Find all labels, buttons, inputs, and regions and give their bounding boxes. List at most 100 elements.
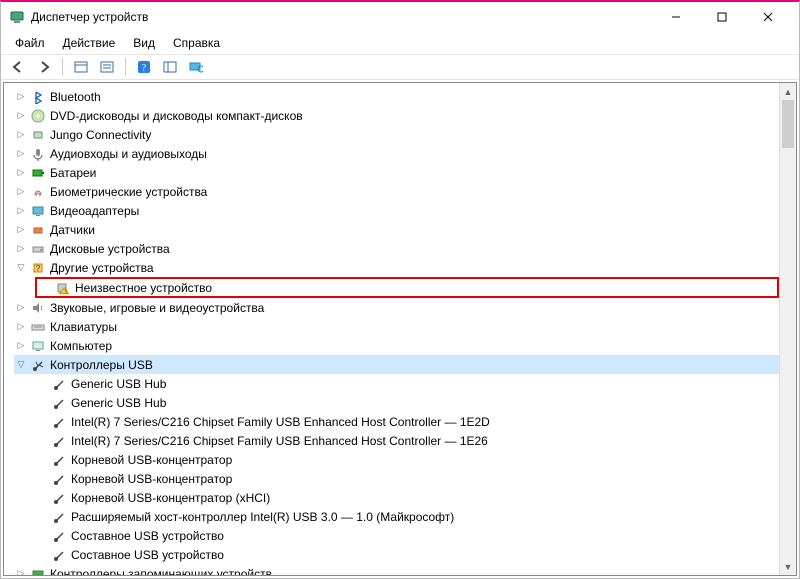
tree-node-usb-intel[interactable]: ▷Intel(R) 7 Series/C216 Chipset Family U…: [35, 431, 779, 450]
warning-device-icon: !: [55, 280, 71, 296]
battery-icon: [30, 165, 46, 181]
tree-node-audio-io[interactable]: ▷ Аудиовходы и аудиовыходы: [14, 144, 779, 163]
forward-button[interactable]: [33, 56, 55, 78]
tree-label: Компьютер: [50, 339, 112, 353]
chevron-right-icon[interactable]: ▷: [14, 320, 28, 334]
fingerprint-icon: [30, 184, 46, 200]
tree-label: Неизвестное устройство: [75, 281, 212, 295]
tree-node-bluetooth[interactable]: ▷ Bluetooth: [14, 87, 779, 106]
chevron-right-icon[interactable]: ▷: [14, 223, 28, 237]
tree-label: Видеоадаптеры: [50, 204, 139, 218]
content-pane: ▷ Bluetooth ▷ DVD-дисководы и дисководы …: [3, 82, 797, 576]
tree-node-usb-hub[interactable]: ▷Generic USB Hub: [35, 393, 779, 412]
tree-node-usb-hub[interactable]: ▷Generic USB Hub: [35, 374, 779, 393]
chevron-down-icon[interactable]: ▽: [14, 261, 28, 275]
tree-node-usb-root-hub-xhci[interactable]: ▷Корневой USB-концентратор (xHCI): [35, 488, 779, 507]
close-button[interactable]: [745, 2, 791, 32]
tree-label: Составное USB устройство: [71, 529, 224, 543]
tree-node-usb-controllers[interactable]: ▽ Контроллеры USB ▷Generic USB Hub ▷Gene…: [14, 355, 779, 564]
tree-node-usb-root-hub[interactable]: ▷Корневой USB-концентратор: [35, 450, 779, 469]
menu-action[interactable]: Действие: [55, 34, 124, 52]
chevron-right-icon[interactable]: ▷: [14, 242, 28, 256]
chevron-right-icon[interactable]: ▷: [14, 128, 28, 142]
tree-label: Intel(R) 7 Series/C216 Chipset Family US…: [71, 434, 488, 448]
scan-hardware-button[interactable]: [159, 56, 181, 78]
tree-label: Jungo Connectivity: [50, 128, 151, 142]
tree-node-disk[interactable]: ▷ Дисковые устройства: [14, 239, 779, 258]
toolbar-separator: [125, 58, 126, 76]
usb-device-icon: [51, 471, 67, 487]
menubar: Файл Действие Вид Справка: [1, 32, 799, 54]
toolbar-separator: [62, 58, 63, 76]
tree-node-usb-composite[interactable]: ▷Составное USB устройство: [35, 526, 779, 545]
chevron-right-icon[interactable]: ▷: [14, 339, 28, 353]
tree-node-biometric[interactable]: ▷ Биометрические устройства: [14, 182, 779, 201]
menu-help[interactable]: Справка: [165, 34, 228, 52]
window-title: Диспетчер устройств: [31, 10, 148, 24]
scrollbar-thumb[interactable]: [782, 100, 794, 148]
tree-node-keyboards[interactable]: ▷ Клавиатуры: [14, 317, 779, 336]
chevron-right-icon[interactable]: ▷: [14, 90, 28, 104]
tree-node-unknown-device[interactable]: ▷ ! Неизвестное устройство: [35, 277, 779, 298]
menu-file[interactable]: Файл: [7, 34, 53, 52]
show-hide-tree-button[interactable]: [70, 56, 92, 78]
tree-node-usb-root-hub[interactable]: ▷Корневой USB-концентратор: [35, 469, 779, 488]
tree-label: Корневой USB-концентратор (xHCI): [71, 491, 270, 505]
tree-node-video[interactable]: ▷ Видеоадаптеры: [14, 201, 779, 220]
scroll-down-arrow-icon[interactable]: ▼: [780, 558, 796, 575]
tree-label: Bluetooth: [50, 90, 101, 104]
tree-node-sound[interactable]: ▷ Звуковые, игровые и видеоустройства: [14, 298, 779, 317]
tree-node-usb-intel[interactable]: ▷Intel(R) 7 Series/C216 Chipset Family U…: [35, 412, 779, 431]
disc-icon: [30, 108, 46, 124]
chevron-right-icon[interactable]: ▷: [14, 204, 28, 218]
tree-label: Контроллеры запоминающих устройств: [50, 567, 272, 576]
tree-node-other[interactable]: ▽ ? Другие устройства ▷ ! Неизвестное ус…: [14, 258, 779, 298]
menu-view[interactable]: Вид: [125, 34, 163, 52]
display-adapter-icon: [30, 203, 46, 219]
tree-node-jungo[interactable]: ▷ Jungo Connectivity: [14, 125, 779, 144]
tree-label: Корневой USB-концентратор: [71, 472, 232, 486]
tree-label: Дисковые устройства: [50, 242, 170, 256]
tree-label: Составное USB устройство: [71, 548, 224, 562]
tree-node-batteries[interactable]: ▷ Батареи: [14, 163, 779, 182]
chevron-right-icon[interactable]: ▷: [14, 109, 28, 123]
help-button[interactable]: ?: [133, 56, 155, 78]
tree-label: Generic USB Hub: [71, 396, 166, 410]
svg-text:?: ?: [142, 63, 147, 74]
svg-text:!: !: [65, 289, 67, 295]
properties-button[interactable]: [96, 56, 118, 78]
device-tree[interactable]: ▷ Bluetooth ▷ DVD-дисководы и дисководы …: [4, 83, 779, 575]
show-hidden-button[interactable]: [185, 56, 207, 78]
tree-node-dvd[interactable]: ▷ DVD-дисководы и дисководы компакт-диск…: [14, 106, 779, 125]
chevron-right-icon[interactable]: ▷: [14, 301, 28, 315]
chevron-right-icon[interactable]: ▷: [14, 147, 28, 161]
speaker-icon: [30, 300, 46, 316]
usb-device-icon: [51, 528, 67, 544]
minimize-button[interactable]: [653, 2, 699, 32]
usb-icon: [30, 357, 46, 373]
usb-device-icon: [51, 490, 67, 506]
tree-node-usb-xhci-ext[interactable]: ▷Расширяемый хост-контроллер Intel(R) US…: [35, 507, 779, 526]
chevron-right-icon[interactable]: ▷: [14, 567, 28, 576]
tree-node-storage-controllers[interactable]: ▷ Контроллеры запоминающих устройств: [14, 564, 779, 575]
tree-node-sensors[interactable]: ▷ Датчики: [14, 220, 779, 239]
tree-label: Батареи: [50, 166, 96, 180]
chevron-down-icon[interactable]: ▽: [14, 358, 28, 372]
tree-label: Generic USB Hub: [71, 377, 166, 391]
chevron-right-icon[interactable]: ▷: [14, 166, 28, 180]
tree-label: Корневой USB-концентратор: [71, 453, 232, 467]
scroll-up-arrow-icon[interactable]: ▲: [780, 83, 796, 100]
tree-node-computer[interactable]: ▷ Компьютер: [14, 336, 779, 355]
usb-device-icon: [51, 433, 67, 449]
tree-label: Клавиатуры: [50, 320, 117, 334]
computer-icon: [30, 338, 46, 354]
microphone-icon: [30, 146, 46, 162]
maximize-button[interactable]: [699, 2, 745, 32]
vertical-scrollbar[interactable]: ▲ ▼: [779, 83, 796, 575]
storage-controller-icon: [30, 566, 46, 576]
tree-label: Биометрические устройства: [50, 185, 207, 199]
app-icon: [9, 9, 25, 25]
tree-node-usb-composite[interactable]: ▷Составное USB устройство: [35, 545, 779, 564]
back-button[interactable]: [7, 56, 29, 78]
chevron-right-icon[interactable]: ▷: [14, 185, 28, 199]
